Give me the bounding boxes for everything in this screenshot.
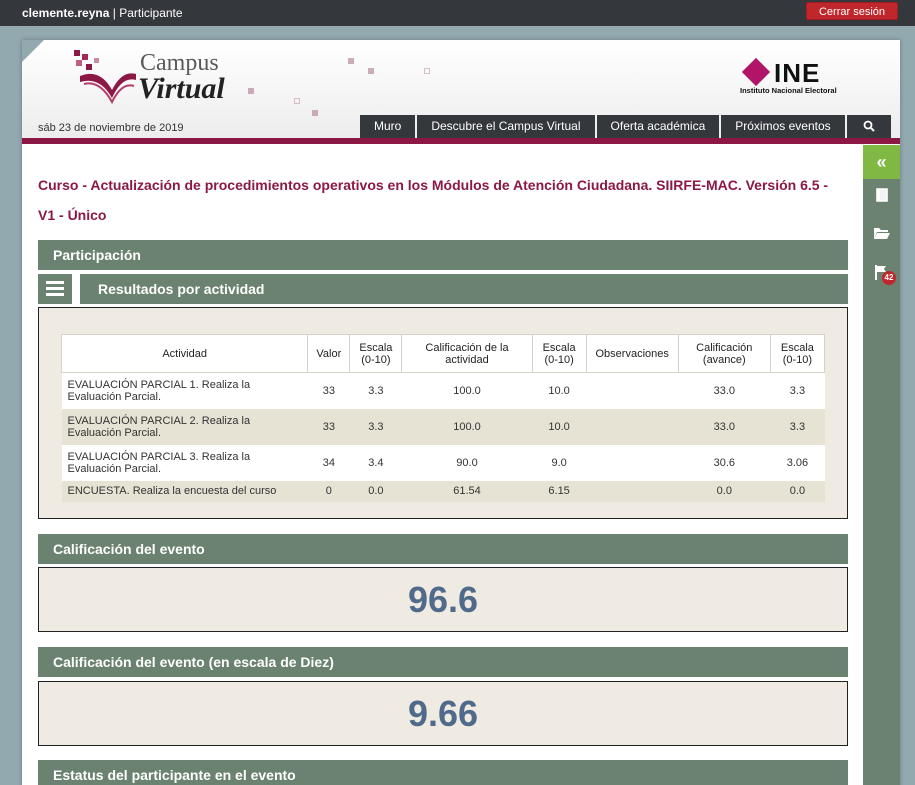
current-date: sáb 23 de noviembre de 2019: [38, 122, 184, 134]
user-info: clemente.reyna | Participante: [22, 6, 183, 20]
table-row: EVALUACIÓN PARCIAL 3. Realiza la Evaluac…: [61, 444, 825, 481]
ine-logo[interactable]: INE Instituto Nacional Electoral: [740, 57, 860, 100]
nav-oferta[interactable]: Oferta académica: [596, 115, 720, 138]
cell-progress-grade: 0.0: [678, 480, 771, 502]
header-divider: [22, 138, 900, 144]
course-title: Curso - Actualización de procedimientos …: [38, 177, 829, 223]
cell-activity: EVALUACIÓN PARCIAL 2. Realiza la Evaluac…: [61, 408, 308, 445]
cell-value: 33: [307, 372, 350, 409]
table-header-row: Actividad Valor Escala (0-10) Calificaci…: [60, 334, 826, 373]
main-nav: Muro Descubre el Campus Virtual Oferta a…: [360, 115, 893, 138]
notification-badge: 42: [882, 271, 896, 285]
participation-header: Participación: [38, 240, 848, 270]
cell-scale: 9.0: [532, 444, 587, 481]
cell-activity-grade: 100.0: [401, 372, 533, 409]
nav-proximos[interactable]: Próximos eventos: [721, 115, 845, 138]
hamburger-icon: [38, 274, 72, 296]
event-grade-header: Calificación del evento: [38, 534, 848, 564]
cell-activity-grade: 90.0: [401, 444, 533, 481]
cell-observations: [586, 408, 679, 445]
col-calificacion-avance[interactable]: Calificación (avance): [677, 334, 771, 373]
site-header: Campus Virtual INE Instituto Nacional El…: [22, 40, 900, 140]
decor-square: [368, 68, 374, 74]
cell-value: 34: [307, 444, 350, 481]
menu-toggle-button[interactable]: [38, 274, 72, 304]
cell-progress-grade: 33.0: [678, 372, 771, 409]
user-role: Participante: [119, 6, 183, 20]
cell-scale: 3.3: [349, 372, 402, 409]
table-row: ENCUESTA. Realiza la encuesta del curso …: [61, 480, 825, 502]
cell-scale: 6.15: [532, 480, 587, 502]
search-icon: [863, 120, 875, 132]
ine-logo-subtitle: Instituto Nacional Electoral: [740, 86, 837, 95]
nav-descubre[interactable]: Descubre el Campus Virtual: [417, 115, 595, 138]
cell-activity: ENCUESTA. Realiza la encuesta del curso: [61, 480, 308, 502]
cell-scale: 3.06: [770, 444, 825, 481]
right-sidebar: « 42: [863, 145, 900, 785]
search-button[interactable]: [846, 115, 891, 138]
double-chevron-left-icon[interactable]: «: [863, 145, 900, 179]
col-escala-2[interactable]: Escala (0-10): [531, 334, 587, 373]
cell-scale: 0.0: [349, 480, 402, 502]
cell-value: 0: [307, 480, 350, 502]
logout-button[interactable]: Cerrar sesión: [806, 2, 898, 20]
table-row: EVALUACIÓN PARCIAL 1. Realiza la Evaluac…: [61, 372, 825, 409]
page-fold-corner: [22, 40, 44, 62]
col-escala-3[interactable]: Escala (0-10): [769, 334, 826, 373]
event-grade-ten-value: 9.66: [38, 681, 848, 746]
cell-scale: 3.4: [349, 444, 402, 481]
ine-diamond-icon: [741, 57, 771, 87]
results-header: Resultados por actividad: [38, 274, 848, 304]
book-logo-icon: [74, 50, 136, 105]
table-row: EVALUACIÓN PARCIAL 2. Realiza la Evaluac…: [61, 408, 825, 445]
cell-activity-grade: 61.54: [401, 480, 533, 502]
cell-scale: 10.0: [532, 372, 587, 409]
cell-scale: 3.3: [770, 408, 825, 445]
col-calificacion-actividad[interactable]: Calificación de la actividad: [401, 334, 533, 373]
campus-virtual-logo[interactable]: Campus Virtual: [70, 46, 260, 108]
decor-square: [424, 68, 430, 74]
event-grade-value: 96.6: [38, 567, 848, 632]
results-table: Actividad Valor Escala (0-10) Calificaci…: [60, 334, 826, 502]
results-title: Resultados por actividad: [80, 274, 848, 304]
nav-muro[interactable]: Muro: [360, 115, 416, 138]
cell-observations: [586, 480, 679, 502]
decor-square: [312, 110, 318, 116]
participant-status-header: Estatus del participante en el evento: [38, 760, 848, 785]
col-valor[interactable]: Valor: [307, 334, 351, 373]
cell-observations: [586, 444, 679, 481]
event-grade-ten-header: Calificación del evento (en escala de Di…: [38, 647, 848, 677]
decor-square: [294, 98, 300, 104]
ine-logo-text: INE: [774, 58, 821, 88]
cell-scale: 3.3: [349, 408, 402, 445]
cell-observations: [586, 372, 679, 409]
top-bar: clemente.reyna | Participante Cerrar ses…: [0, 0, 915, 26]
col-observaciones[interactable]: Observaciones: [585, 334, 679, 373]
cell-activity: EVALUACIÓN PARCIAL 3. Realiza la Evaluac…: [61, 444, 308, 481]
folder-open-icon[interactable]: [863, 225, 900, 246]
col-escala-1[interactable]: Escala (0-10): [349, 334, 403, 373]
cell-progress-grade: 33.0: [678, 408, 771, 445]
book-icon[interactable]: [863, 187, 900, 208]
cell-scale: 10.0: [532, 408, 587, 445]
username[interactable]: clemente.reyna: [22, 6, 109, 20]
logo-virtual-text: Virtual: [138, 72, 225, 105]
decor-square: [248, 88, 254, 94]
cell-activity-grade: 100.0: [401, 408, 533, 445]
cell-activity: EVALUACIÓN PARCIAL 1. Realiza la Evaluac…: [61, 372, 308, 409]
cell-progress-grade: 30.6: [678, 444, 771, 481]
col-actividad[interactable]: Actividad: [60, 334, 309, 373]
cell-scale: 0.0: [770, 480, 825, 502]
cell-value: 33: [307, 408, 350, 445]
results-panel: Actividad Valor Escala (0-10) Calificaci…: [38, 307, 848, 519]
decor-square: [348, 58, 354, 64]
cell-scale: 3.3: [770, 372, 825, 409]
